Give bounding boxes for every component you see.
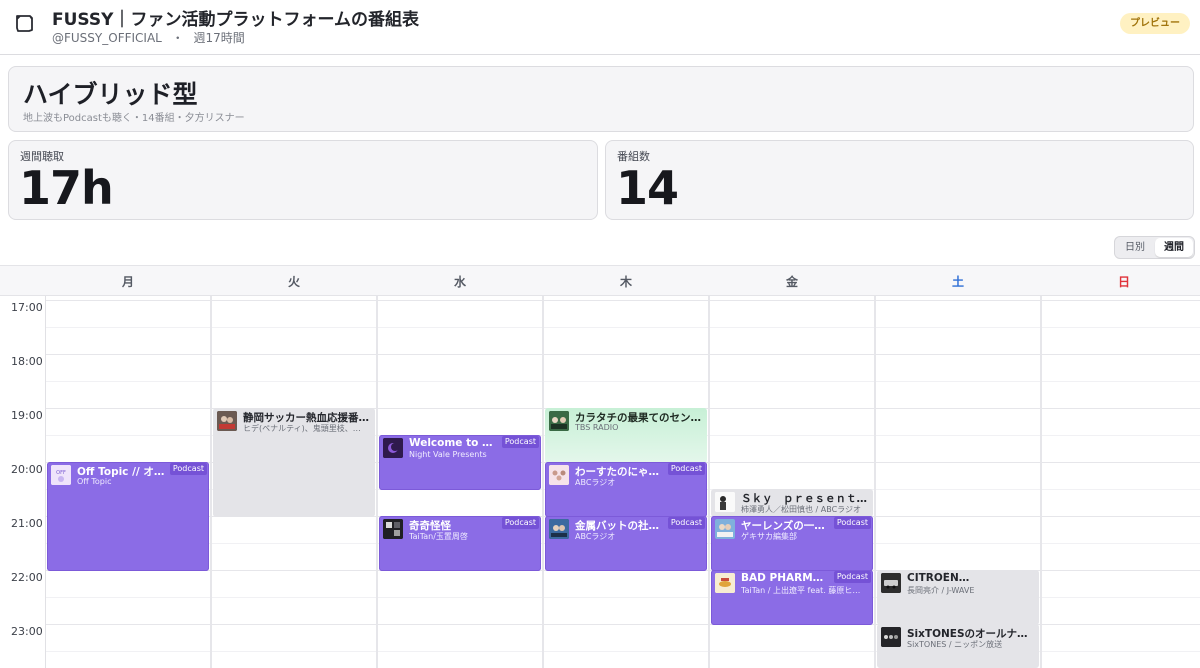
program-thumbnail [715, 573, 735, 593]
program-host: Night Vale Presents [409, 450, 487, 459]
program-title: CITROËN… [907, 572, 970, 584]
program-host: SixTONES / ニッポン放送 [907, 640, 1003, 649]
column-divider [376, 296, 378, 668]
podcast-badge: Podcast [667, 517, 705, 529]
page-title: FUSSY｜ファン活動プラットフォームの番組表 [52, 10, 419, 30]
program-event[interactable]: カラタチの最果てのセン… TBS RADIO [545, 408, 707, 463]
listener-type-desc: 地上波もPodcastも聴く・14番組・夕方リスナー [23, 113, 245, 124]
time-label: 22:00 [11, 571, 43, 584]
day-label-wed: 水 [453, 275, 466, 289]
program-thumbnail [715, 519, 735, 539]
column-divider [210, 296, 212, 668]
account-handle[interactable]: @FUSSY_OFFICIAL [52, 31, 162, 45]
program-event[interactable]: Welcome to Night Vale Night Vale Present… [379, 435, 541, 490]
weekly-hours: 週17時間 [193, 31, 245, 45]
program-title: Welcome to Night Vale [409, 437, 499, 449]
program-host: ABCラジオ [575, 478, 616, 487]
svg-text:OFF: OFF [56, 470, 66, 476]
day-label-mon: 月 [121, 275, 134, 289]
day-label-sat: 土 [951, 275, 964, 289]
time-label: 17:00 [11, 301, 43, 314]
program-thumbnail [383, 438, 403, 458]
time-label: 18:00 [11, 355, 43, 368]
program-thumbnail: OFF [51, 465, 71, 485]
program-event[interactable]: OFF Off Topic // オフトピ Off Topic Podcast [47, 462, 209, 571]
column-divider [1040, 296, 1042, 668]
program-thumbnail [715, 492, 735, 512]
program-host: Off Topic [77, 477, 112, 486]
program-thumbnail [881, 627, 901, 647]
program-thumbnail [549, 411, 569, 431]
time-label: 20:00 [11, 463, 43, 476]
program-host: ゲキサカ編集部 [741, 532, 797, 541]
program-event[interactable]: 奇奇怪怪 TaiTan/玉置周啓 Podcast [379, 516, 541, 571]
program-host: TaiTan/玉置周啓 [409, 532, 468, 541]
podcast-badge: Podcast [501, 517, 539, 529]
program-host: TaiTan / 上出遼平 feat. 藤原ヒ… [741, 586, 861, 595]
program-host: 柿澤勇人／松田慎也 / ABCラジオ [741, 505, 862, 514]
weekly-listening-card: 週間聴取 17h [8, 140, 598, 220]
program-event[interactable]: わーすたのにゃんだ ABCラジオ Podcast [545, 462, 707, 517]
podcast-badge: Podcast [833, 517, 871, 529]
program-thumbnail [383, 519, 403, 539]
separator: ・ [171, 31, 184, 45]
program-event[interactable]: BAD PHARMACY TaiTan / 上出遼平 feat. 藤原ヒ… Po… [711, 570, 873, 625]
listener-type-card: ハイブリッド型 地上波もPodcastも聴く・14番組・夕方リスナー [8, 66, 1194, 132]
podcast-badge: Podcast [833, 571, 871, 583]
day-label-tue: 火 [287, 275, 300, 289]
podcast-badge: Podcast [169, 463, 207, 475]
program-thumbnail [881, 573, 901, 593]
hour-line [45, 354, 1200, 355]
program-event[interactable]: Ｓｋｙ ｐｒｅｓｅｎｔ… 柿澤勇人／松田慎也 / ABCラジオ [711, 489, 873, 517]
toggle-weekly[interactable]: 週間 [1155, 238, 1193, 257]
view-toggle: 日別 週間 [1114, 236, 1195, 259]
program-thumbnail [549, 465, 569, 485]
preview-badge[interactable]: プレビュー [1120, 13, 1190, 34]
day-label-thu: 木 [619, 275, 632, 289]
weekly-listening-value: 17h [19, 161, 114, 215]
column-divider [874, 296, 876, 668]
program-title: BAD PHARMACY [741, 572, 831, 584]
half-hour-line [45, 381, 1200, 382]
program-count-value: 14 [616, 161, 679, 215]
program-host: ABCラジオ [575, 532, 616, 541]
program-thumbnail [217, 411, 237, 431]
column-divider [708, 296, 710, 668]
column-divider [45, 296, 46, 668]
page-subtitle: @FUSSY_OFFICIAL ・ 週17時間 [52, 29, 245, 46]
toggle-daily[interactable]: 日別 [1118, 238, 1152, 257]
time-label: 19:00 [11, 409, 43, 422]
calendar-day-header: 月 火 水 木 金 土 日 [0, 265, 1200, 296]
program-count-card: 番組数 14 [605, 140, 1194, 220]
podcast-badge: Podcast [667, 463, 705, 475]
program-thumbnail [549, 519, 569, 539]
program-host: TBS RADIO [575, 423, 619, 432]
half-hour-line [45, 327, 1200, 328]
program-event[interactable]: ヤーレンズの一生ボ ゲキサカ編集部 Podcast [711, 516, 873, 571]
listener-type-title: ハイブリッド型 [23, 80, 198, 109]
app-logo-icon [14, 13, 35, 34]
calendar-grid: 17:00 18:00 19:00 20:00 21:00 22:00 23:0… [0, 296, 1200, 668]
program-event[interactable]: CITROËN… 長岡亮介 / J-WAVE [877, 570, 1039, 625]
column-divider [542, 296, 544, 668]
program-host: 長岡亮介 / J-WAVE [907, 586, 975, 595]
hour-line [45, 300, 1200, 301]
app-header: FUSSY｜ファン活動プラットフォームの番組表 @FUSSY_OFFICIAL … [0, 0, 1200, 55]
time-label: 21:00 [11, 517, 43, 530]
time-label: 23:00 [11, 625, 43, 638]
program-event[interactable]: SixTONESのオールナイ… SixTONES / ニッポン放送 [877, 624, 1039, 668]
day-label-sun: 日 [1117, 275, 1130, 289]
program-event[interactable]: 静岡サッカー熱血応援番… ヒデ(ペナルティ)、鬼頭里枝、… [213, 408, 375, 517]
program-host: ヒデ(ペナルティ)、鬼頭里枝、… [243, 424, 361, 433]
day-label-fri: 金 [785, 275, 798, 289]
program-event[interactable]: 金属バットの社会の ABCラジオ Podcast [545, 516, 707, 571]
podcast-badge: Podcast [501, 436, 539, 448]
